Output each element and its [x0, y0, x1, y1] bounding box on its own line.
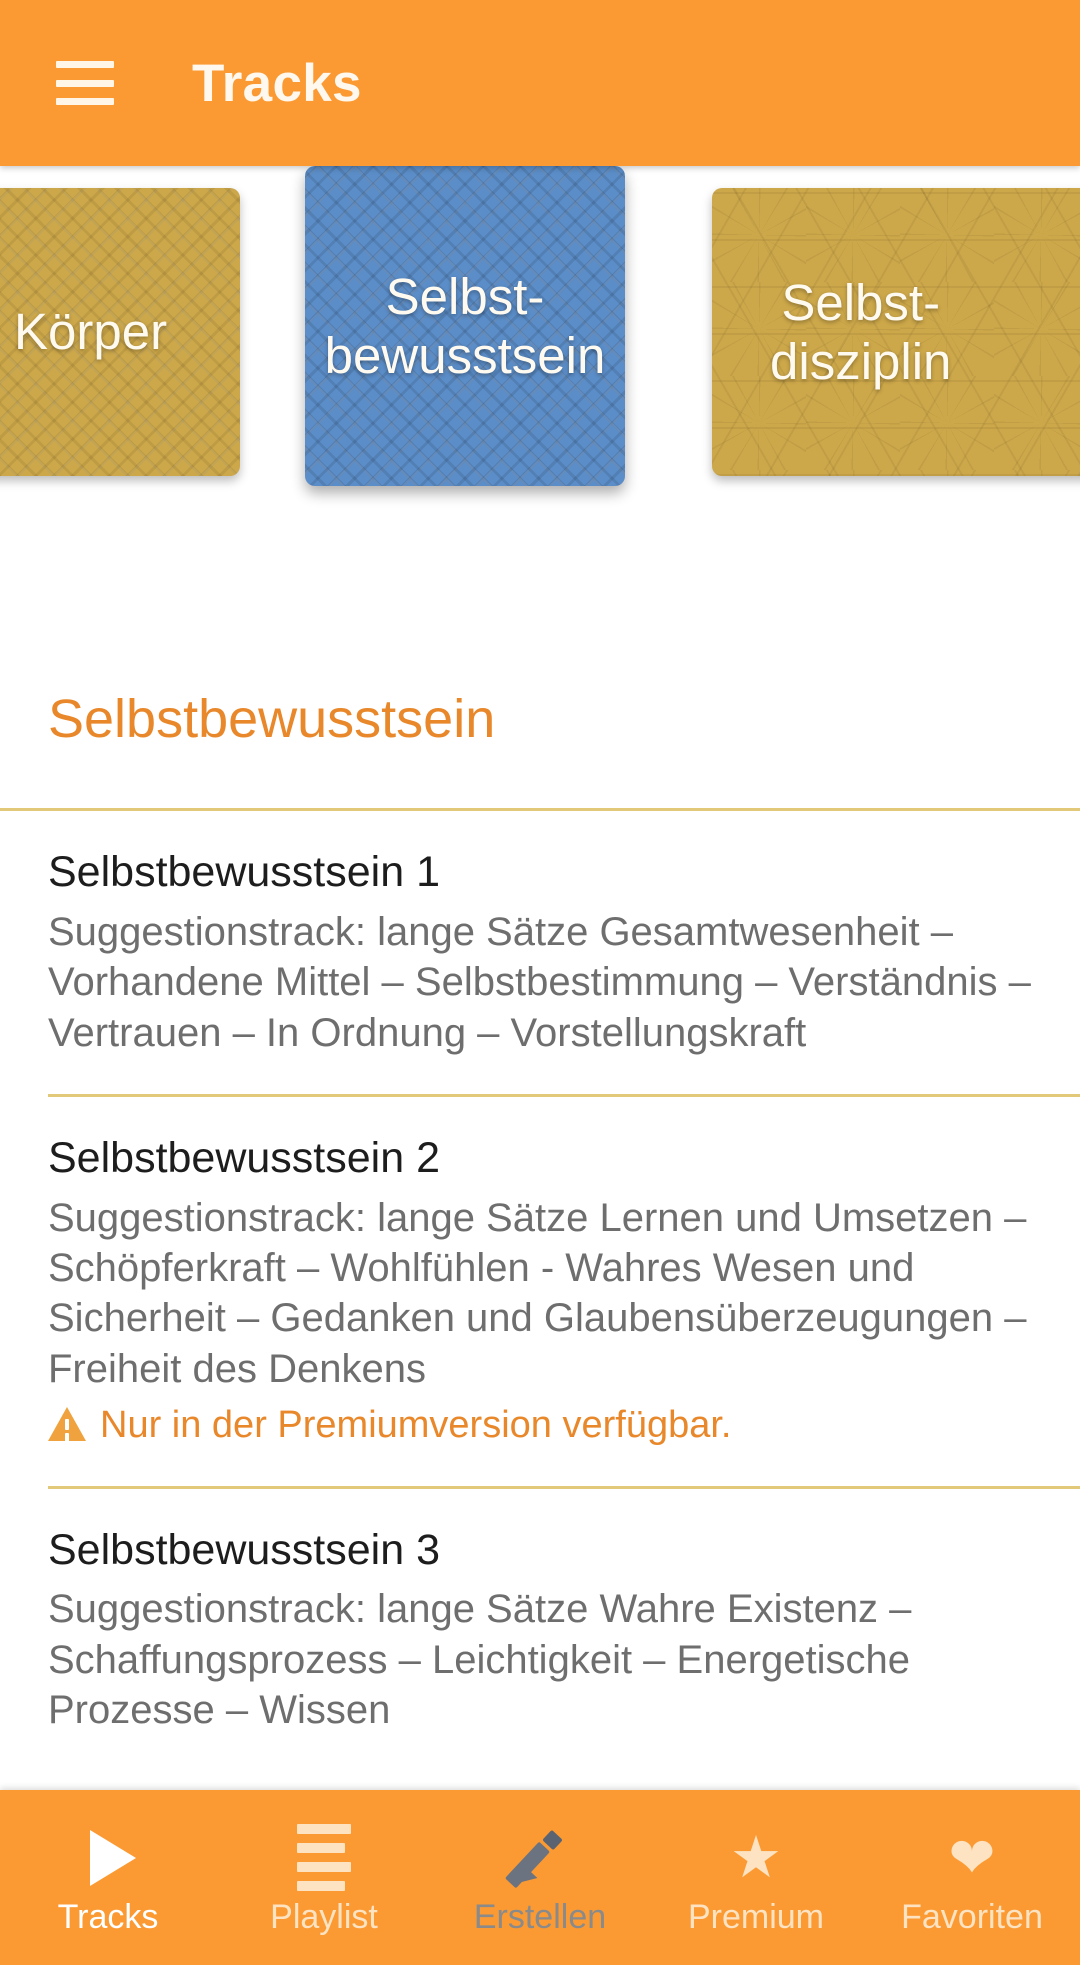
bottom-navigation-bar: Tracks Playlist Erstellen ★ Premium ❤ Fa…	[0, 1790, 1080, 1965]
top-app-bar: Tracks	[0, 0, 1080, 166]
nav-item-erstellen[interactable]: Erstellen	[432, 1790, 648, 1965]
track-list-item[interactable]: Selbstbewusstsein 1 Suggestionstrack: la…	[0, 811, 1080, 1058]
nav-item-premium[interactable]: ★ Premium	[648, 1790, 864, 1965]
track-list[interactable]: Selbstbewusstsein 1 Suggestionstrack: la…	[0, 811, 1080, 1790]
list-icon	[296, 1824, 352, 1891]
hamburger-line	[56, 61, 114, 68]
track-list-item[interactable]: Selbstbewusstsein 2 Suggestionstrack: la…	[0, 1096, 1080, 1450]
app-screen: Tracks Körper Selbst-bewusstsein Selbst-…	[0, 0, 1080, 1965]
nav-item-label: Playlist	[270, 1897, 378, 1936]
track-description: Suggestionstrack: lange Sätze Lernen und…	[48, 1195, 1027, 1391]
nav-item-label: Erstellen	[473, 1897, 607, 1936]
track-title: Selbstbewusstsein 2	[48, 1133, 440, 1182]
premium-notice-label: Nur in der Premiumversion verfügbar.	[100, 1404, 732, 1447]
track-title: Selbstbewusstsein 1	[48, 848, 440, 896]
hamburger-menu-icon[interactable]	[56, 61, 114, 105]
nav-item-playlist[interactable]: Playlist	[216, 1790, 432, 1965]
warning-triangle-icon	[48, 1406, 86, 1441]
star-icon: ★	[730, 1824, 782, 1890]
track-description: Suggestionstrack: lange Sätze Gesamtwese…	[48, 909, 1031, 1055]
play-icon	[80, 1829, 136, 1886]
section-heading: Selbstbewusstsein	[48, 689, 496, 749]
category-card-label: Selbst-disziplin	[770, 273, 951, 391]
nav-item-favoriten[interactable]: ❤ Favoriten	[864, 1790, 1080, 1965]
hamburger-line	[56, 98, 114, 105]
track-description: Suggestionstrack: lange Sätze Wahre Exis…	[48, 1587, 912, 1733]
nav-item-label: Premium	[687, 1897, 825, 1936]
category-card-koerper[interactable]: Körper	[0, 188, 240, 476]
category-card-selbstbewusstsein[interactable]: Selbst-bewusstsein	[305, 166, 625, 486]
track-title: Selbstbewusstsein 3	[48, 1525, 440, 1574]
category-card-label: Körper	[14, 303, 168, 361]
page-title: Tracks	[192, 53, 362, 113]
pencil-icon	[504, 1829, 568, 1888]
category-card-label-line1: Selbst-	[385, 267, 545, 325]
category-card-label-line2: bewusstsein	[324, 327, 606, 384]
nav-item-tracks[interactable]: Tracks	[0, 1790, 216, 1965]
category-card-label: Selbst-bewusstsein	[325, 267, 606, 385]
category-card-label-line2: disziplin	[770, 333, 952, 390]
category-carousel[interactable]: Körper Selbst-bewusstsein Selbst-diszipl…	[0, 166, 1080, 556]
hamburger-line	[56, 79, 114, 87]
nav-item-label: Favoriten	[901, 1897, 1043, 1936]
track-list-item[interactable]: Selbstbewusstsein 3 Suggestionstrack: la…	[0, 1488, 1080, 1736]
category-card-label-line1: Selbst-	[781, 273, 941, 331]
premium-notice: Nur in der Premiumversion verfügbar.	[48, 1402, 1032, 1450]
heart-icon: ❤	[948, 1825, 996, 1889]
nav-item-label: Tracks	[57, 1897, 159, 1936]
category-card-selbstdisziplin[interactable]: Selbst-disziplin	[712, 188, 1080, 476]
